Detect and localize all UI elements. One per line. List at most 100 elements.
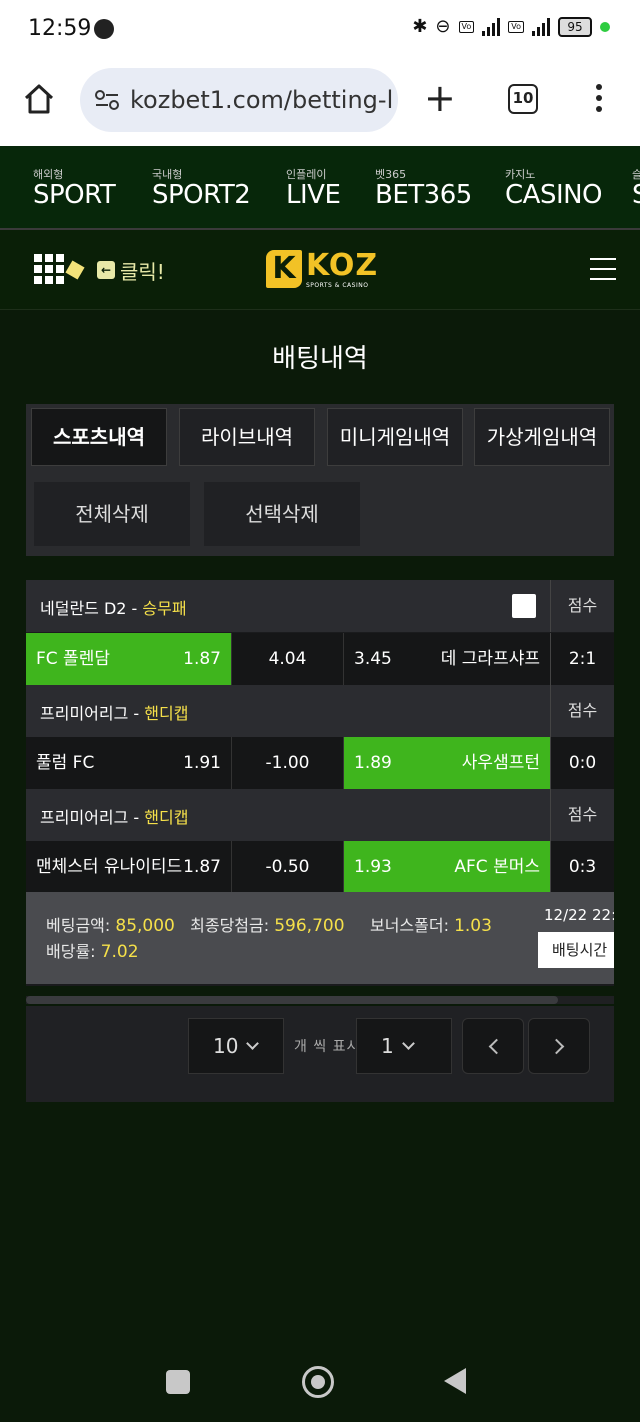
- league-row: 프리미어리그 - 핸디캡 점수: [26, 789, 614, 841]
- draw-odd: 4.04: [232, 633, 344, 685]
- nav-item-bet365[interactable]: 벳365 BET365: [375, 166, 472, 210]
- tag-icon: [65, 260, 85, 280]
- per-page-label: 개 씩 표시: [294, 1039, 361, 1055]
- grid-menu-icon[interactable]: [34, 254, 64, 284]
- tab-sports-history[interactable]: 스포츠내역: [31, 408, 167, 466]
- league-row: 네덜란드 D2 - 승무패 점수: [26, 580, 614, 632]
- select-checkbox[interactable]: [512, 594, 536, 618]
- page-select[interactable]: 1: [356, 1018, 452, 1074]
- home-odd: 1.87: [183, 857, 221, 877]
- tab-minigame-history[interactable]: 미니게임내역: [327, 408, 463, 466]
- hamburger-menu-icon[interactable]: [590, 258, 616, 288]
- page-title: 배팅내역: [272, 344, 368, 374]
- logo-mark: K: [266, 250, 302, 288]
- nav-item-sport[interactable]: 해외형 SPORT: [33, 166, 116, 210]
- bet-amount-label: 베팅금액:: [46, 916, 111, 935]
- tab-live-history[interactable]: 라이브내역: [179, 408, 315, 466]
- league-row: 프리미어리그 - 핸디캡 점수: [26, 685, 614, 737]
- status-icons: ✱ ⊖ Vo Vo 95: [412, 16, 610, 37]
- bet-summary: 베팅금액: 85,000 최종당첨금: 596,700 보너스폴더: 1.03 …: [26, 892, 614, 984]
- final-payout: 596,700: [274, 916, 345, 936]
- chevron-right-icon: [548, 1038, 565, 1055]
- volte-icon-2: Vo: [508, 20, 524, 33]
- handicap-value: -0.50: [232, 841, 344, 893]
- nav-item-casino[interactable]: 카지노 CASINO: [505, 166, 603, 210]
- tab-virtual-history[interactable]: 가상게임내역: [474, 408, 610, 466]
- away-team: 사우샘프턴: [461, 753, 540, 773]
- match-score: 0:3: [550, 841, 614, 893]
- battery-icon: 95: [558, 16, 592, 37]
- bet-time-button[interactable]: 배팅시간: [538, 932, 614, 968]
- chevron-down-icon: [401, 1037, 415, 1050]
- score-header: 점수: [550, 580, 614, 632]
- privacy-dot-icon: [600, 21, 610, 32]
- home-team: FC 폴렌담: [36, 649, 110, 669]
- prev-page-button[interactable]: [462, 1018, 524, 1074]
- match-row: 풀럼 FC 1.91 -1.00 1.89 사우샘프턴 0:0: [26, 737, 614, 789]
- home-icon[interactable]: [22, 82, 56, 116]
- back-icon[interactable]: [444, 1368, 466, 1394]
- koz-logo[interactable]: K KOZ SPORTS & CASINO: [266, 248, 379, 292]
- nav-item-slot[interactable]: 슬 S: [632, 166, 640, 210]
- match-row: FC 폴렌담 1.87 4.04 3.45 데 그라프샤프 2:1: [26, 633, 614, 685]
- total-odds: 7.02: [100, 942, 139, 962]
- page-value: 1: [381, 1034, 394, 1058]
- home-odd: 1.91: [183, 753, 221, 773]
- home-team: 맨체스터 유나이티드: [36, 857, 183, 877]
- signal-icon-2: [532, 17, 550, 36]
- odds-label: 배당률:: [46, 942, 96, 961]
- bonus-label: 보너스폴더:: [369, 916, 449, 935]
- bonus-value: 1.03: [454, 916, 492, 936]
- bet-type: 핸디캡: [144, 704, 189, 723]
- delete-all-button[interactable]: 전체삭제: [34, 482, 190, 546]
- away-team: AFC 본머스: [454, 857, 540, 877]
- away-pick: 1.93 AFC 본머스: [344, 841, 550, 893]
- away-odd: 1.89: [354, 753, 392, 773]
- away-odd: 1.93: [354, 857, 392, 877]
- pagination-panel: 10 개 씩 표시 1: [26, 1006, 614, 1102]
- scrollbar-thumb[interactable]: [26, 996, 558, 1004]
- league-name: 프리미어리그: [40, 704, 129, 723]
- volte-icon: Vo: [458, 20, 475, 33]
- url-text[interactable]: kozbet1.com/betting-l: [130, 86, 392, 114]
- click-label[interactable]: 클릭!: [120, 256, 165, 285]
- per-page-value: 10: [213, 1034, 239, 1058]
- horizontal-scrollbar[interactable]: [26, 996, 614, 1004]
- delete-selected-button[interactable]: 선택삭제: [204, 482, 360, 546]
- dnd-icon: ⊖: [435, 16, 451, 37]
- new-tab-icon[interactable]: +: [424, 78, 456, 118]
- next-page-button[interactable]: [528, 1018, 590, 1074]
- recents-icon[interactable]: [166, 1370, 190, 1394]
- browser-menu-icon[interactable]: [596, 84, 604, 117]
- browser-toolbar: kozbet1.com/betting-l + 10: [0, 58, 640, 146]
- home-pick: 풀럼 FC 1.91: [26, 737, 232, 789]
- nav-item-sport2[interactable]: 국내형 SPORT2: [152, 166, 251, 210]
- site-header: ← 클릭! K KOZ SPORTS & CASINO: [0, 230, 640, 310]
- bet-type: 핸디캡: [144, 808, 189, 827]
- bet-history-card: 네덜란드 D2 - 승무패 점수 FC 폴렌담 1.87 4.04 3.45 데…: [26, 580, 614, 986]
- status-time: 12:59: [28, 16, 92, 41]
- nav-item-live[interactable]: 인플레이 LIVE: [286, 166, 341, 210]
- arrow-left-icon[interactable]: ←: [97, 261, 115, 279]
- address-bar[interactable]: kozbet1.com/betting-l: [80, 68, 398, 132]
- handicap-value: -1.00: [232, 737, 344, 789]
- home-pick: FC 폴렌담 1.87: [26, 633, 232, 685]
- site-settings-icon[interactable]: [94, 89, 120, 111]
- league-name: 네덜란드 D2: [40, 599, 127, 618]
- bet-amount: 85,000: [115, 916, 175, 936]
- home-button-icon[interactable]: [302, 1366, 334, 1398]
- match-row: 맨체스터 유나이티드 1.87 -0.50 1.93 AFC 본머스 0:3: [26, 841, 614, 893]
- chevron-down-icon: [246, 1037, 260, 1050]
- tab-switcher-button[interactable]: 10: [508, 84, 538, 114]
- android-nav-bar: [0, 1340, 640, 1422]
- chevron-left-icon: [488, 1038, 505, 1055]
- away-odd: 3.45: [354, 649, 392, 669]
- per-page-select[interactable]: 10: [188, 1018, 284, 1074]
- bet-type: 승무패: [142, 599, 187, 618]
- logo-word: KOZ: [306, 248, 379, 283]
- score-header: 점수: [550, 685, 614, 737]
- home-pick: 맨체스터 유나이티드 1.87: [26, 841, 232, 893]
- match-score: 0:0: [550, 737, 614, 789]
- status-bar: 12:59 ✱ ⊖ Vo Vo 95: [0, 0, 640, 58]
- mic-icon: [94, 19, 114, 39]
